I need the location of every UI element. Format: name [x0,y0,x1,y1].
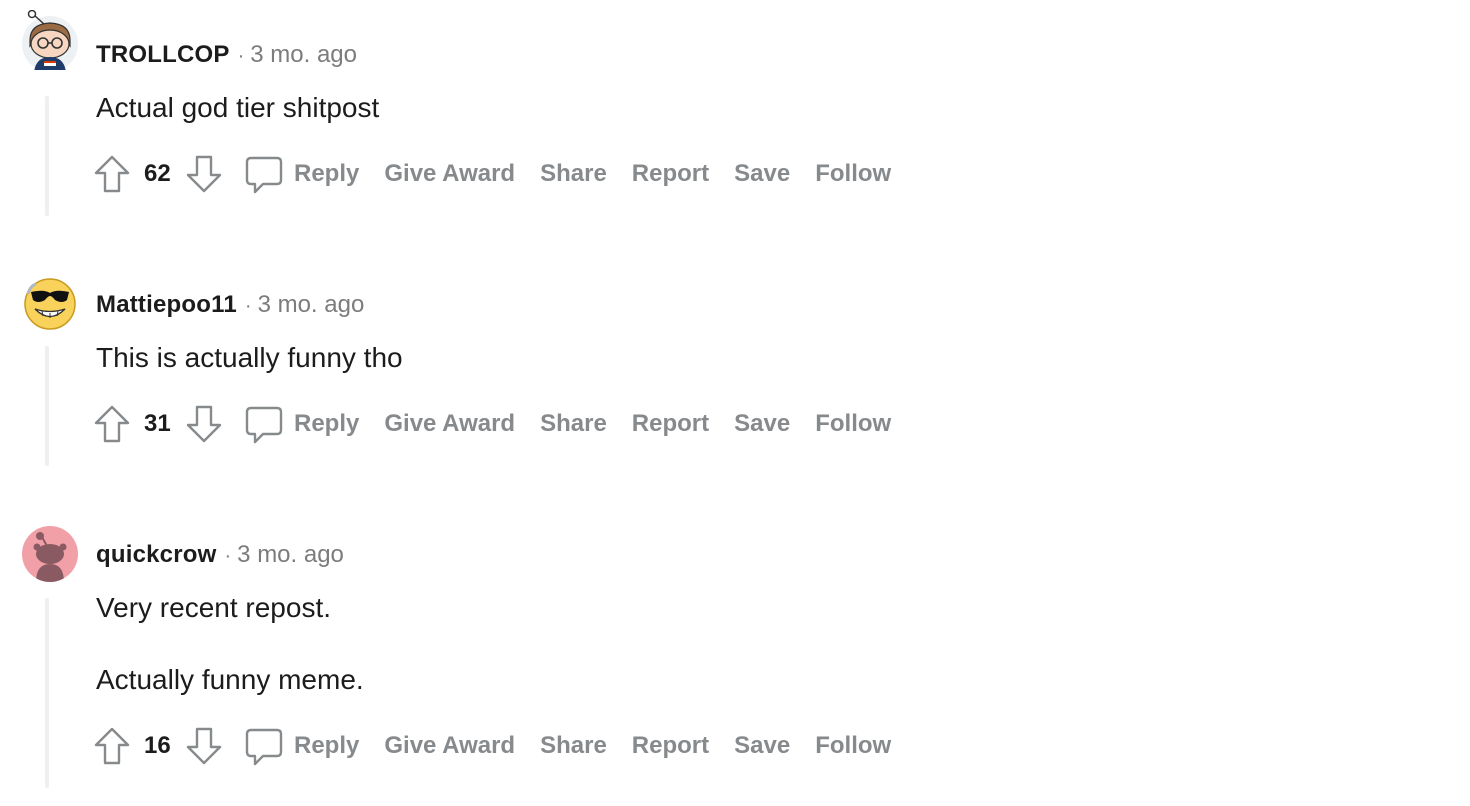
username[interactable]: TROLLCOP [96,41,230,68]
reply-button[interactable]: Reply [244,154,359,194]
upvote-arrow-icon[interactable] [92,726,132,766]
reply-button[interactable]: Reply [244,404,359,444]
reply-label: Reply [294,160,360,187]
meta-separator: · [237,45,245,67]
snoo-nerd-avatar-icon[interactable] [22,10,78,82]
timestamp[interactable]: 3 mo. ago [258,291,365,318]
downvote-arrow-icon[interactable] [184,726,224,766]
meta-separator: · [224,545,232,567]
comment-paragraph: This is actually funny tho [96,342,403,373]
comment-actions: 16 Reply Give Award Share Report Save Fo… [92,724,891,768]
share-button[interactable]: Share [540,410,607,438]
comment-bubble-icon [244,726,284,766]
username[interactable]: Mattiepoo11 [96,291,237,318]
vote-score: 31 [144,410,171,437]
default-snoo-avatar-icon[interactable] [22,526,78,582]
comment-actions: 62 Reply Give Award Share Report Save Fo… [92,152,891,196]
give-award-button[interactable]: Give Award [384,732,515,760]
comment-body: Very recent repost. Actually funny meme. [96,590,364,698]
vote-score: 16 [144,732,171,759]
follow-button[interactable]: Follow [815,732,891,760]
comment-meta: Mattiepoo11 · 3 mo. ago [96,290,364,321]
save-button[interactable]: Save [734,410,790,438]
thread-line[interactable] [45,346,49,466]
upvote-arrow-icon[interactable] [92,404,132,444]
comment-body: This is actually funny tho [96,340,403,376]
give-award-button[interactable]: Give Award [384,160,515,188]
comment-paragraph: Very recent repost. [96,592,332,623]
comment-meta: TROLLCOP · 3 mo. ago [96,40,357,71]
save-button[interactable]: Save [734,160,790,188]
save-button[interactable]: Save [734,732,790,760]
comment-body: Actual god tier shitpost [96,90,379,126]
meta-separator: · [244,295,252,317]
follow-button[interactable]: Follow [815,160,891,188]
report-button[interactable]: Report [632,732,709,760]
reply-label: Reply [294,410,360,437]
upvote-arrow-icon[interactable] [92,154,132,194]
vote-score: 62 [144,160,171,187]
thread-line[interactable] [45,598,49,788]
share-button[interactable]: Share [540,732,607,760]
thread-line[interactable] [45,96,49,216]
reply-label: Reply [294,732,360,759]
timestamp[interactable]: 3 mo. ago [237,541,344,568]
share-button[interactable]: Share [540,160,607,188]
report-button[interactable]: Report [632,410,709,438]
username[interactable]: quickcrow [96,541,217,568]
comment-paragraph: Actual god tier shitpost [96,92,380,123]
sunglasses-smiley-avatar-icon[interactable] [22,276,78,332]
give-award-button[interactable]: Give Award [384,410,515,438]
comment-bubble-icon [244,154,284,194]
follow-button[interactable]: Follow [815,410,891,438]
downvote-arrow-icon[interactable] [184,404,224,444]
report-button[interactable]: Report [632,160,709,188]
downvote-arrow-icon[interactable] [184,154,224,194]
timestamp[interactable]: 3 mo. ago [250,41,357,68]
comment-actions: 31 Reply Give Award Share Report Save Fo… [92,402,891,446]
comment-bubble-icon [244,404,284,444]
comment-paragraph: Actually funny meme. [96,664,364,695]
reply-button[interactable]: Reply [244,726,359,766]
comment-meta: quickcrow · 3 mo. ago [96,540,344,571]
